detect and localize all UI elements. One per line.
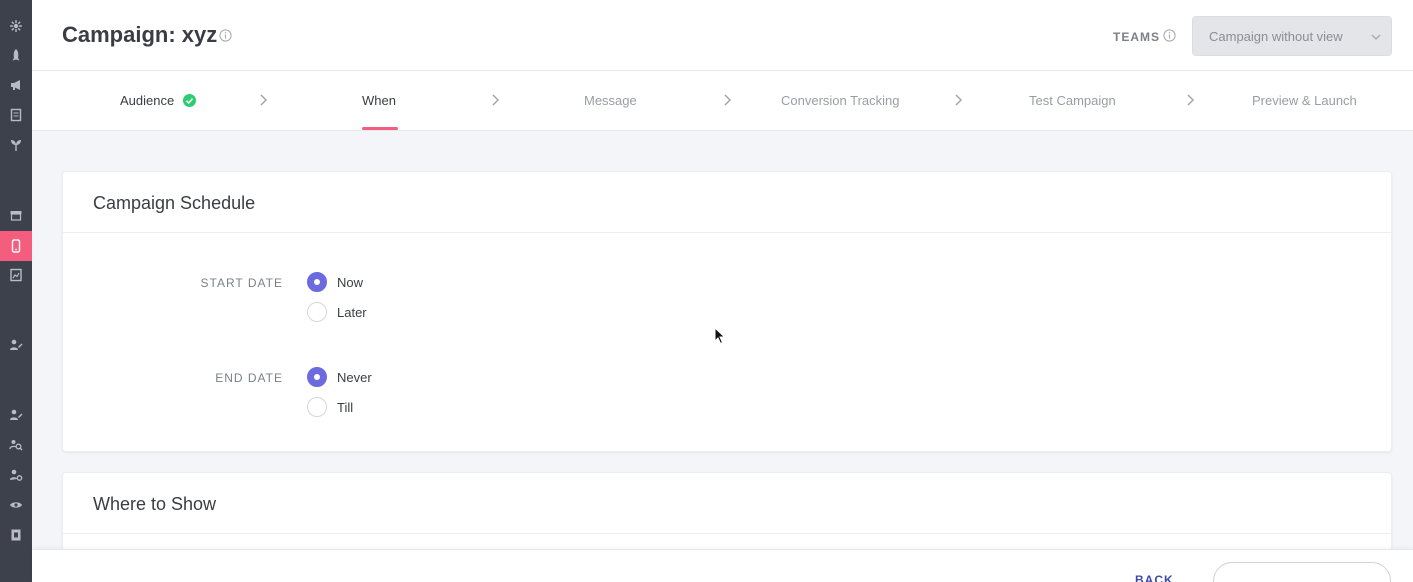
chevron-down-icon (1371, 34, 1381, 40)
end-date-till-radio[interactable]: Till (307, 397, 353, 417)
active-step-indicator (362, 127, 398, 130)
start-date-later-radio[interactable]: Later (307, 302, 367, 322)
teams-select-value: Campaign without view (1209, 29, 1343, 44)
start-date-label: START DATE (200, 276, 283, 290)
user-edit-icon[interactable] (0, 401, 32, 429)
step-label: Message (584, 93, 637, 108)
plant-icon[interactable] (0, 131, 32, 159)
radio-indicator[interactable] (307, 272, 327, 292)
badge-icon[interactable] (0, 521, 32, 549)
document-icon[interactable] (0, 101, 32, 129)
user-search-icon[interactable] (0, 431, 32, 459)
card-title: Campaign Schedule (63, 172, 1391, 233)
user-edit-icon[interactable] (0, 331, 32, 359)
radio-indicator[interactable] (307, 302, 327, 322)
step-label: Audience (120, 93, 175, 108)
megaphone-icon[interactable] (0, 71, 32, 99)
teams-select[interactable]: Campaign without view (1192, 16, 1392, 56)
chevron-right-icon (955, 94, 963, 106)
page-title: Campaign: xyz (62, 22, 218, 47)
page-header: Campaign: xyz TEAMS Campaign without vie… (32, 0, 1413, 71)
step-message[interactable]: Message (584, 93, 637, 108)
radio-label: Later (337, 304, 367, 320)
info-icon[interactable] (219, 29, 232, 42)
radio-indicator[interactable] (307, 397, 327, 417)
left-nav-rail (0, 0, 32, 582)
app-root: Campaign: xyz TEAMS Campaign without vie… (0, 0, 1413, 582)
step-test-campaign[interactable]: Test Campaign (1029, 93, 1116, 108)
report-icon[interactable] (0, 261, 32, 289)
step-preview-launch[interactable]: Preview & Launch (1252, 93, 1357, 108)
mobile-icon[interactable] (0, 231, 32, 261)
chevron-right-icon (492, 94, 500, 106)
chevron-right-icon (1187, 94, 1195, 106)
step-when[interactable]: When (362, 93, 396, 108)
user-settings-icon[interactable] (0, 461, 32, 489)
radio-label: Till (337, 399, 354, 415)
store-icon[interactable] (0, 201, 32, 229)
radio-label: Never (337, 369, 372, 385)
step-navigation: Audience When Message Conversion Trackin… (32, 71, 1413, 131)
settings-icon[interactable] (0, 12, 32, 40)
page-footer: BACK SAVE & CONTINUE (32, 549, 1413, 582)
eye-icon[interactable] (0, 491, 32, 519)
end-date-label: END DATE (215, 371, 283, 385)
step-audience[interactable]: Audience (120, 93, 196, 108)
rocket-icon[interactable] (0, 41, 32, 69)
step-label: Test Campaign (1029, 93, 1116, 108)
card-title: Where to Show (63, 473, 1391, 534)
mouse-cursor-icon (714, 327, 726, 345)
teams-label: TEAMS (1113, 30, 1160, 44)
step-label: Preview & Launch (1252, 93, 1357, 108)
radio-indicator[interactable] (307, 367, 327, 387)
campaign-schedule-card: Campaign Schedule START DATE Now Later E… (62, 171, 1392, 452)
step-label: When (362, 93, 396, 108)
start-date-now-radio[interactable]: Now (307, 272, 363, 292)
radio-label: Now (337, 274, 364, 290)
info-icon[interactable] (1163, 29, 1176, 42)
chevron-right-icon (260, 94, 268, 106)
chevron-right-icon (724, 94, 732, 106)
back-button[interactable]: BACK (1135, 573, 1174, 582)
step-conversion-tracking[interactable]: Conversion Tracking (781, 93, 900, 108)
save-continue-button[interactable]: SAVE & CONTINUE (1213, 562, 1391, 582)
step-label: Conversion Tracking (781, 93, 900, 108)
check-circle-icon (182, 94, 196, 107)
end-date-never-radio[interactable]: Never (307, 367, 372, 387)
